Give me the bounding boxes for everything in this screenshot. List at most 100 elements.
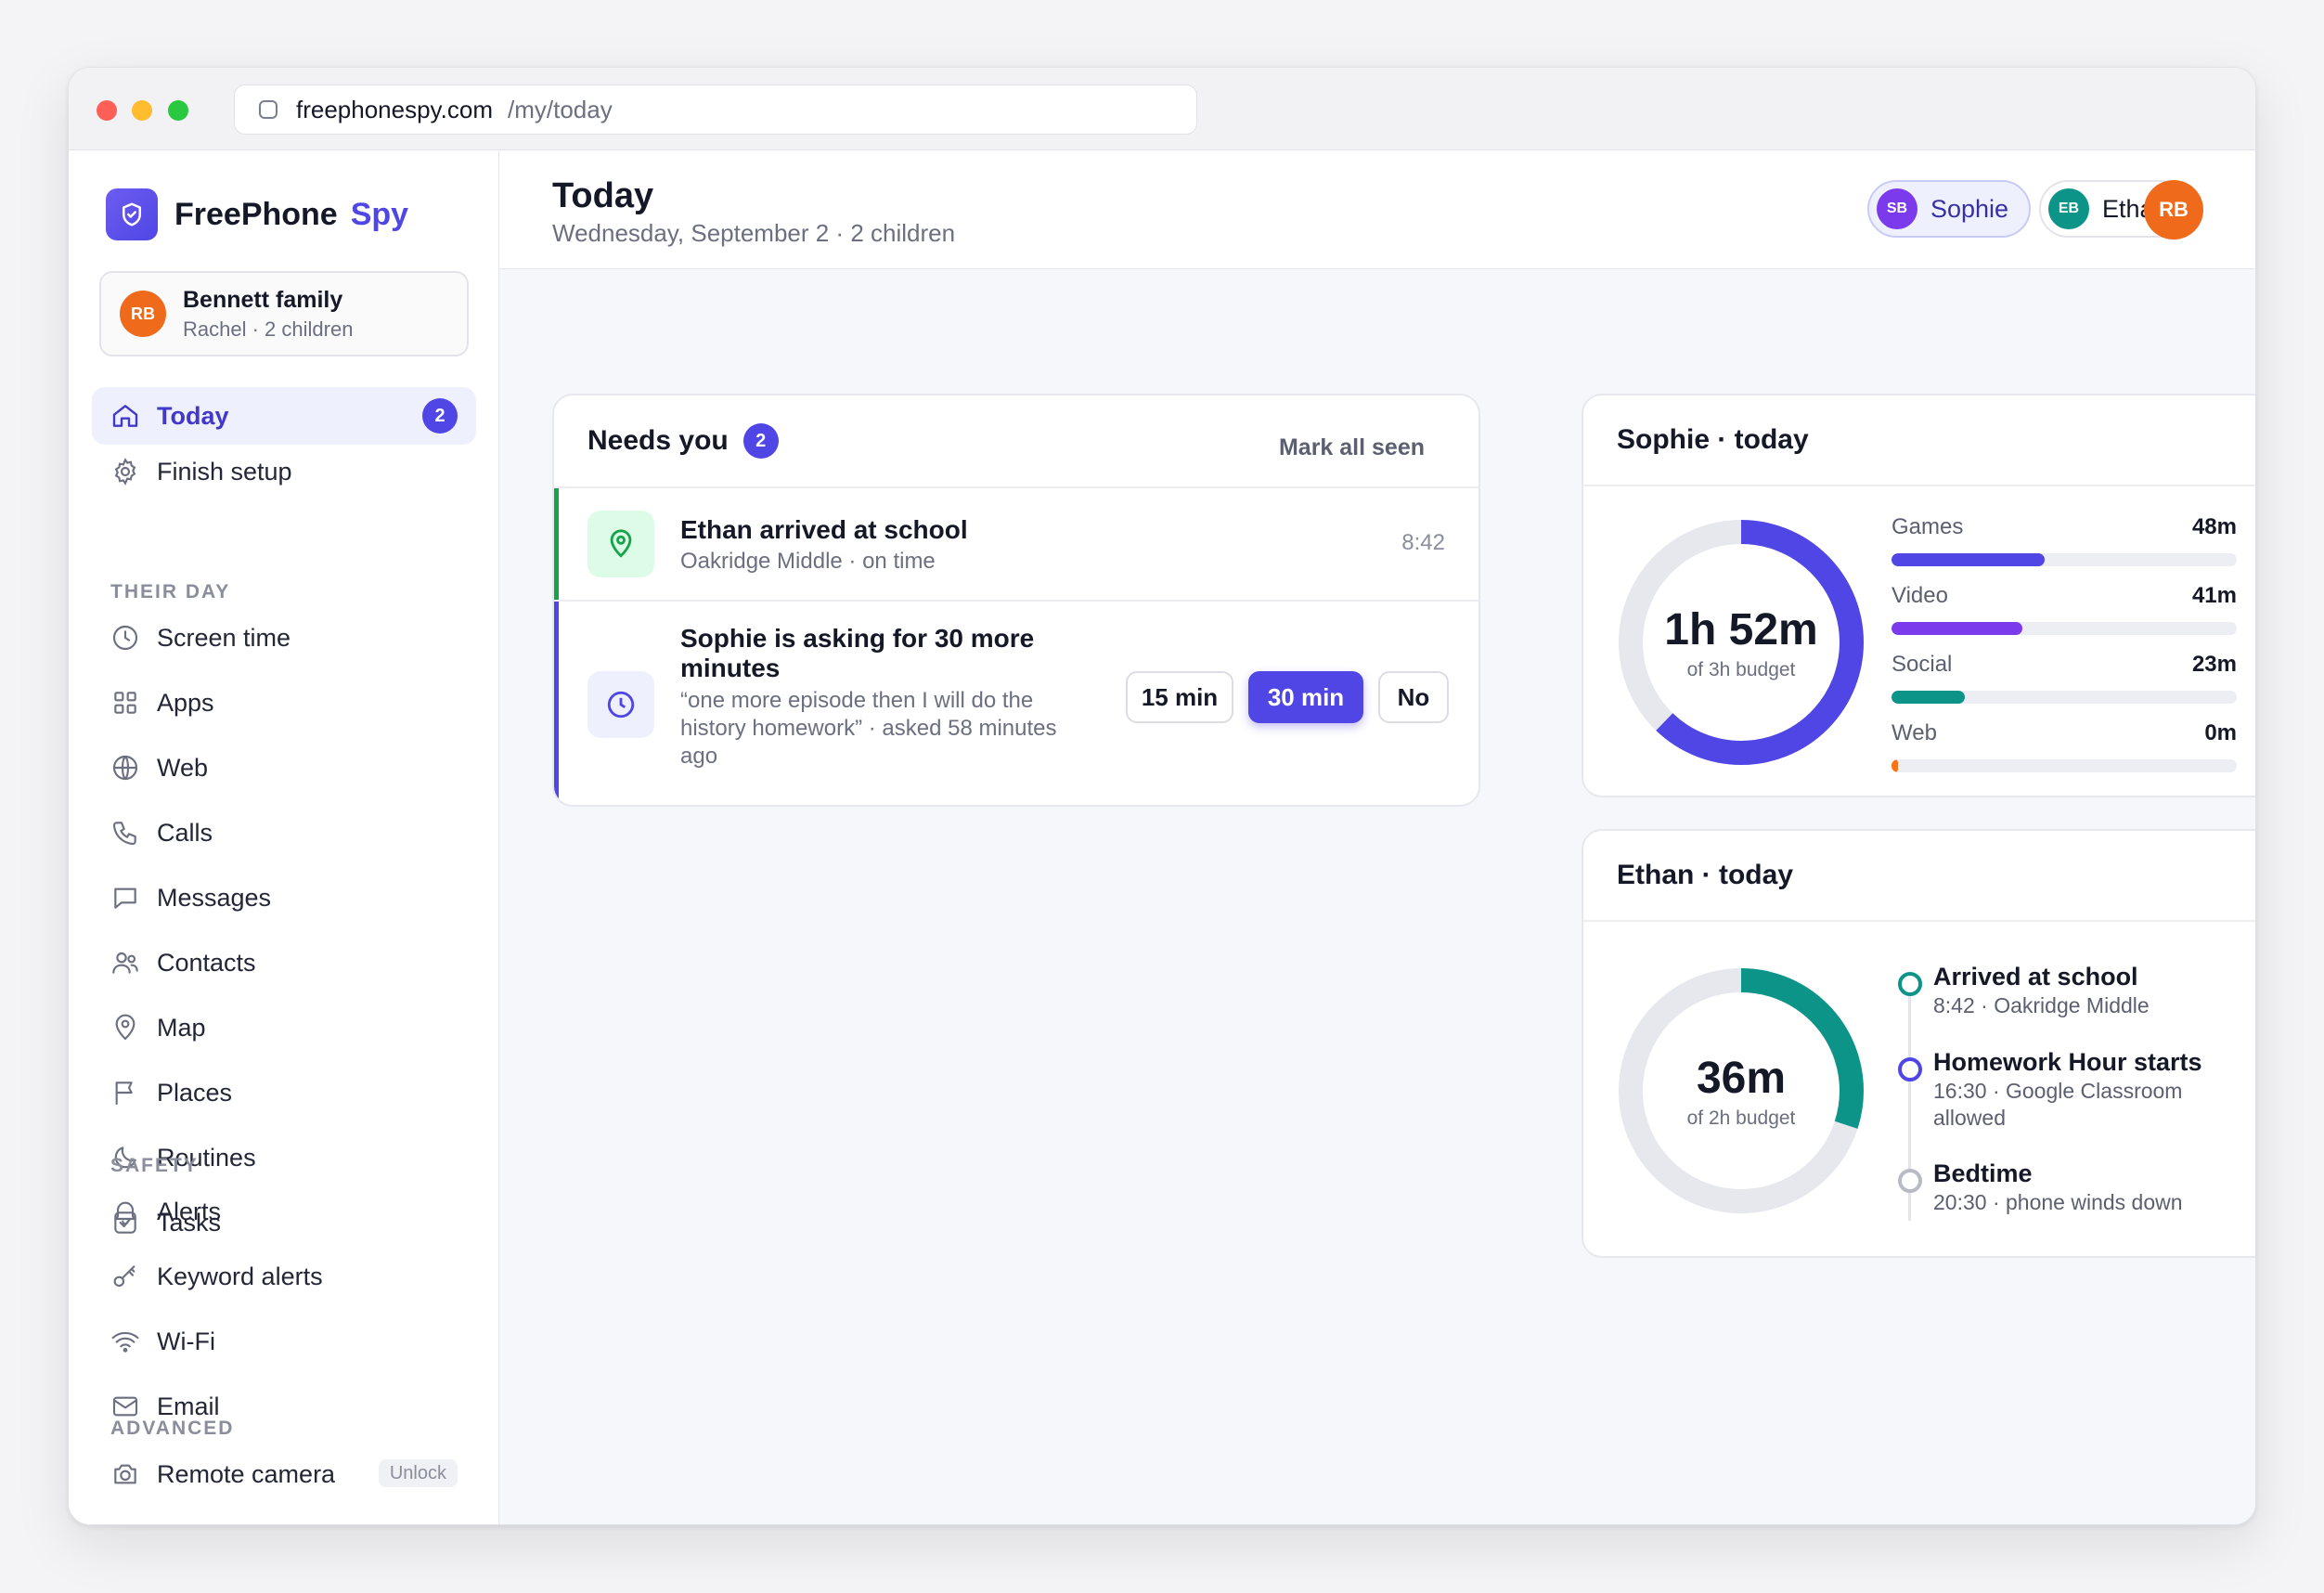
globe-icon	[112, 755, 138, 781]
nav-today-label: Today	[157, 401, 229, 430]
family-name: Bennett family	[183, 286, 343, 313]
main-content: Today Wednesday, September 2 · 2 childre…	[499, 150, 2255, 1524]
nav-label: Map	[157, 1013, 206, 1042]
nav-label: Web	[157, 753, 209, 782]
nav-label: Places	[157, 1078, 233, 1107]
address-bar[interactable]: freephonespy.com /my/today	[234, 84, 1197, 135]
clock-icon	[587, 671, 654, 738]
sophie-card-title: Sophie · today	[1617, 424, 1809, 455]
message-icon	[114, 887, 136, 909]
map-pin-icon	[587, 511, 654, 577]
shield-logo-icon	[106, 188, 158, 240]
mark-all-seen-button[interactable]: Mark all seen	[1279, 434, 1425, 461]
alert-time: 8:42	[1401, 530, 1445, 555]
nav-contacts[interactable]: Contacts	[92, 934, 476, 991]
home-icon	[112, 405, 138, 427]
nav-apps[interactable]: Apps	[92, 674, 476, 732]
child-chip-sophie[interactable]: SB Sophie	[1867, 180, 2032, 238]
ethan-today-card: Ethan · today 36m of 2h budget Arrived a…	[1582, 829, 2255, 1258]
nav-label: Calls	[157, 818, 213, 847]
sophie-chip-label: Sophie	[1930, 194, 2009, 223]
timeline-event-title: Arrived at school	[1933, 963, 2138, 991]
category-value: 41m	[2191, 583, 2237, 608]
brand-accent: Spy	[350, 196, 409, 232]
brand[interactable]: FreePhone Spy	[106, 188, 408, 240]
bell-icon	[114, 1201, 136, 1225]
nav-alerts[interactable]: Alerts	[92, 1183, 476, 1240]
close-window-button[interactable]	[97, 100, 117, 121]
title-bar: freephonespy.com /my/today	[69, 68, 2255, 150]
nav-label: Remote camera	[157, 1459, 336, 1488]
category-track	[1891, 622, 2237, 635]
alert-title: Ethan arrived at school	[680, 515, 968, 544]
nav-web[interactable]: Web	[92, 739, 476, 796]
brand-name: FreePhone Spy	[174, 196, 409, 232]
camera-icon	[114, 1464, 136, 1484]
page-header: Today Wednesday, September 2 · 2 childre…	[499, 150, 2255, 269]
url-path: /my/today	[507, 95, 613, 123]
phone-icon	[112, 822, 136, 846]
category-value: 23m	[2191, 652, 2237, 677]
alert-sub: Oakridge Middle · on time	[680, 549, 936, 574]
minimize-window-button[interactable]	[132, 100, 152, 121]
alert-ethan-school[interactable]: Ethan arrived at school Oakridge Middle …	[554, 488, 1478, 602]
timeline-event-sub: 8:42 · Oakridge Middle	[1933, 993, 2150, 1017]
nav-wi-fi[interactable]: Wi-Fi	[92, 1313, 476, 1370]
nav-label: Contacts	[157, 948, 256, 977]
ethan-budget: of 2h budget	[1686, 1107, 1796, 1129]
nav-keyword-alerts[interactable]: Keyword alerts	[92, 1248, 476, 1305]
timeline-event-title: Bedtime	[1933, 1159, 2033, 1187]
category-label: Web	[1891, 720, 1937, 745]
section-advanced: ADVANCED	[110, 1418, 235, 1439]
nav-label: Apps	[157, 688, 214, 717]
category-web: Web 0m	[1891, 720, 2237, 776]
family-avatar: RB	[120, 291, 166, 337]
unlock-badge[interactable]: Unlock	[378, 1459, 458, 1487]
deny-button[interactable]: No	[1378, 671, 1449, 723]
ethan-screen-time-ring: 36m of 2h budget	[1617, 966, 1866, 1215]
nav-today[interactable]: Today 2	[92, 387, 476, 445]
category-track	[1891, 553, 2237, 566]
category-label: Games	[1891, 514, 1964, 539]
sidebar: FreePhone Spy RB Bennett family Rachel · …	[69, 150, 499, 1524]
category-value: 0m	[2204, 720, 2237, 745]
map-pin-icon	[115, 1014, 136, 1041]
ethan-avatar: EB	[2048, 188, 2089, 229]
category-fill	[1891, 622, 2023, 635]
nav-finish-setup[interactable]: Finish setup	[92, 443, 476, 500]
nav-map[interactable]: Map	[92, 999, 476, 1056]
unlock-badge[interactable]: Unlock	[379, 1524, 458, 1525]
category-fill	[1891, 691, 1966, 704]
nav-calls[interactable]: Calls	[92, 804, 476, 861]
timeline-event-sub: 16:30 · Google Classroom allowed	[1933, 1079, 2183, 1130]
grant-30-min-button[interactable]: 30 min	[1248, 671, 1363, 723]
category-fill	[1891, 553, 2046, 566]
timeline-event-title: Homework Hour starts	[1933, 1048, 2202, 1076]
alert-sub: “one more episode then I will do the his…	[680, 688, 1057, 769]
url-host: freephonespy.com	[296, 95, 493, 123]
maximize-window-button[interactable]	[168, 100, 188, 121]
nav-label: Alerts	[157, 1197, 222, 1225]
lock-icon	[259, 100, 278, 119]
wifi-icon	[111, 1331, 139, 1353]
grant-15-min-button[interactable]: 15 min	[1126, 671, 1233, 723]
timeline-dot	[1898, 1057, 1922, 1081]
nav-finish-setup-label: Finish setup	[157, 457, 292, 486]
nav-screen-time[interactable]: Screen time	[92, 609, 476, 667]
mic-icon	[110, 1524, 140, 1525]
nav-label: Messages	[157, 883, 272, 912]
timeline-event-sub: 20:30 · phone winds down	[1933, 1190, 2183, 1214]
gear-icon	[114, 458, 136, 486]
page-title: Today	[552, 176, 654, 215]
needs-you-card: Needs you 2 Mark all seen Ethan arrived …	[552, 394, 1480, 807]
family-switcher[interactable]: RB Bennett family Rachel · 2 children	[99, 271, 469, 356]
sophie-today-card: Sophie · today 1h 52m of 3h budget Games…	[1582, 394, 2255, 797]
nav-label: Wi-Fi	[157, 1327, 215, 1355]
sophie-avatar: SB	[1877, 188, 1917, 229]
nav-label: Ambient audio	[157, 1525, 317, 1526]
nav-messages[interactable]: Messages	[92, 869, 476, 926]
user-avatar[interactable]: RB	[2144, 180, 2203, 240]
nav-places[interactable]: Places	[92, 1064, 476, 1121]
nav-ambient-audio[interactable]: Ambient audio Unlock	[92, 1510, 476, 1526]
nav-remote-camera[interactable]: Remote camera Unlock	[92, 1445, 476, 1503]
